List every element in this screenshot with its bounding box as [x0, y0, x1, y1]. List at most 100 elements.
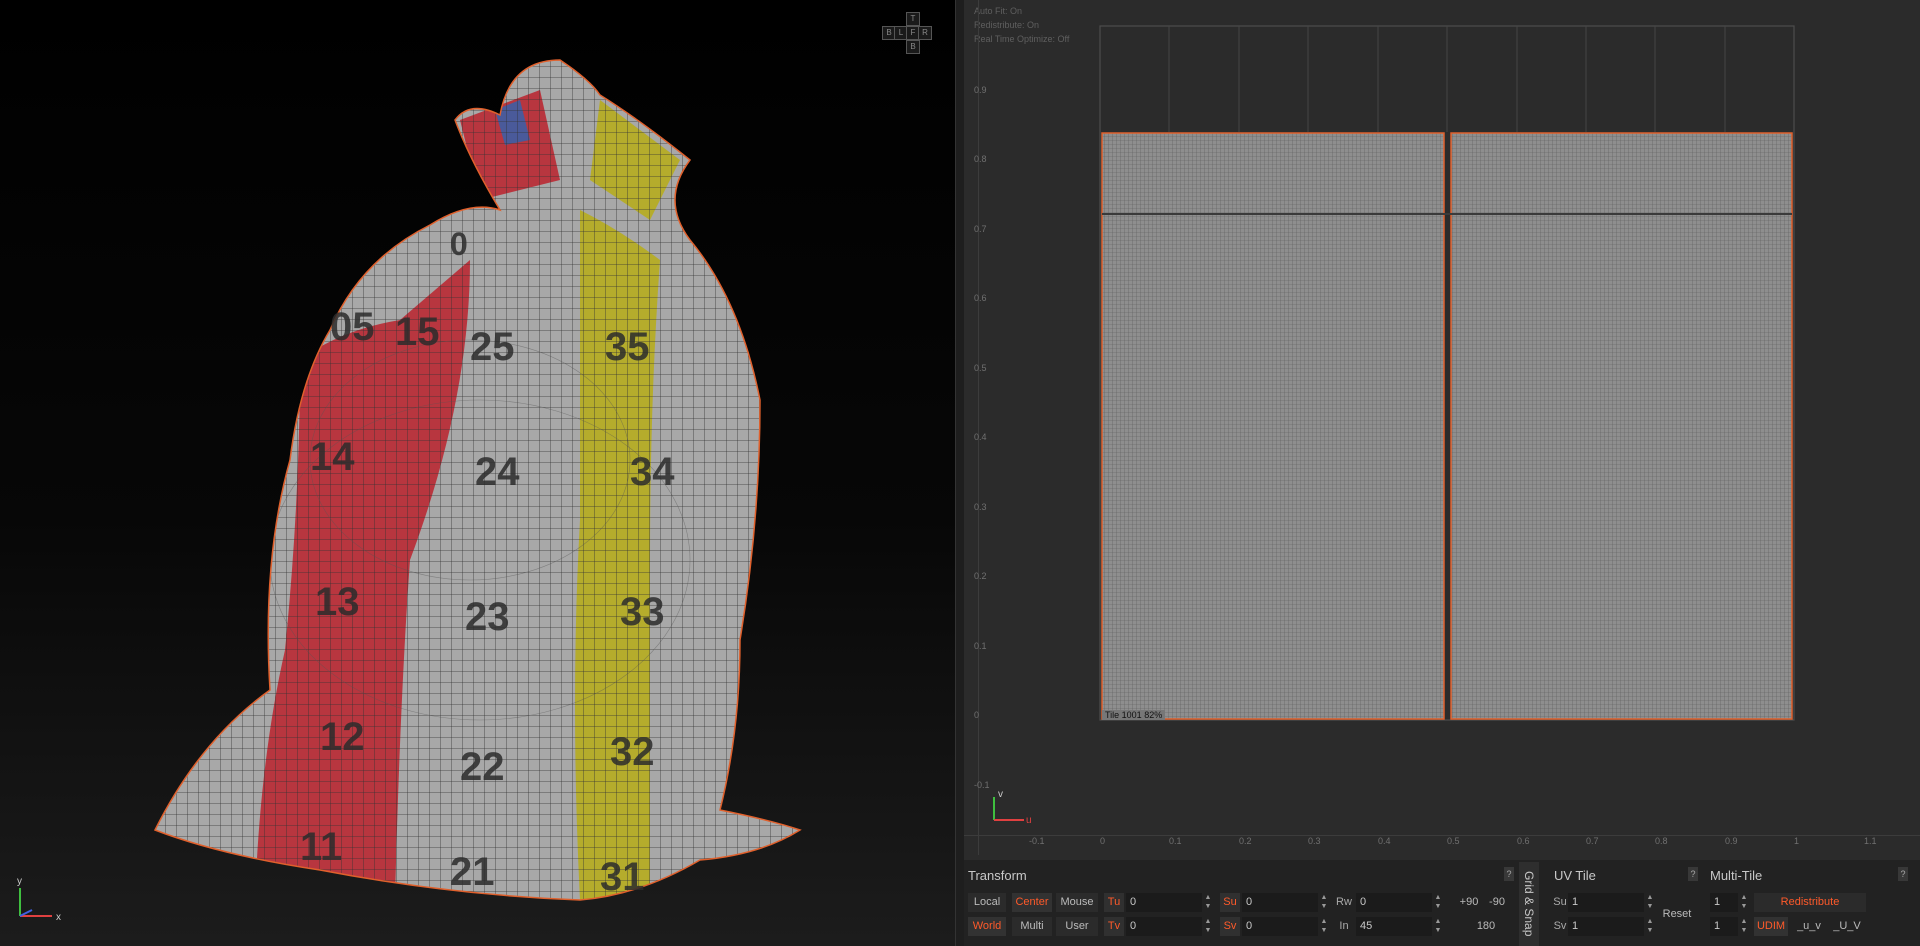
v-tick: 0.5 [974, 363, 987, 373]
mesh-label: 0 [450, 226, 468, 262]
su-field[interactable]: 0 [1242, 893, 1318, 912]
u-tick: 0.3 [1308, 836, 1321, 846]
nav-cube-bottom[interactable]: B [906, 40, 920, 54]
u-v-lower-button[interactable]: _u_v [1792, 917, 1826, 936]
axis-x-label: x [56, 912, 61, 922]
mesh-label: 22 [460, 745, 505, 789]
auto-fit-status: Auto Fit: On [974, 6, 1023, 16]
world-button[interactable]: World [968, 917, 1006, 936]
u-tick: -0.1 [1029, 836, 1045, 846]
v-tick: 0 [974, 710, 980, 720]
sv-field[interactable]: 0 [1242, 917, 1318, 936]
rotate-plus90-button[interactable]: +90 [1456, 893, 1482, 912]
sv-stepper[interactable]: ▲ ▼ [1320, 917, 1328, 936]
u-tick: 0.4 [1378, 836, 1391, 846]
udim-button[interactable]: UDIM [1754, 917, 1788, 936]
mesh-label: 32 [610, 730, 655, 774]
realtime-optimize-status: Real Time Optimize: Off [974, 34, 1070, 44]
u-tick: 0.8 [1655, 836, 1668, 846]
multi-button[interactable]: Multi [1012, 917, 1052, 936]
v-tick: 0.8 [974, 154, 987, 164]
user-button[interactable]: User [1056, 917, 1098, 936]
redistribute-status: Redistribute: On [974, 20, 1040, 30]
v-tick: 0.6 [974, 293, 987, 303]
redistribute-button[interactable]: Redistribute [1754, 893, 1866, 912]
v-tick: -0.1 [974, 780, 990, 790]
in-label: In [1339, 920, 1349, 932]
uv-tile-sv-label: Sv [1553, 920, 1567, 932]
uv-axis-v: v [998, 789, 1003, 800]
in-stepper[interactable]: ▲ ▼ [1434, 917, 1442, 936]
rotate-180-button[interactable]: 180 [1468, 917, 1504, 936]
tv-field[interactable]: 0 [1126, 917, 1202, 936]
u-tick: 1.1 [1864, 836, 1877, 846]
mesh-label: 21 [450, 850, 495, 894]
sv-label: Sv [1220, 917, 1240, 936]
uv-tile-sv-stepper[interactable]: ▲ ▼ [1646, 917, 1654, 936]
nav-cube-top[interactable]: T [906, 12, 920, 26]
rw-field[interactable]: 0 [1356, 893, 1432, 912]
mouse-button[interactable]: Mouse [1056, 893, 1098, 912]
v-tick: 0.9 [974, 85, 987, 95]
uv-tile-help-button[interactable]: ? [1688, 867, 1698, 881]
axis-gizmo: y x [12, 872, 72, 923]
tu-stepper[interactable]: ▲ ▼ [1204, 893, 1212, 912]
v-tick: 0.2 [974, 571, 987, 581]
rw-label: Rw [1336, 896, 1352, 908]
bottom-toolbar: Transform ? Local Center Mouse World Mul… [964, 860, 1920, 946]
uv-tile-su-field[interactable]: 1 [1568, 893, 1644, 912]
mesh-label: 34 [630, 450, 675, 494]
multi-tile-title: Multi-Tile [1710, 868, 1763, 883]
rotate-minus90-button[interactable]: -90 [1484, 893, 1510, 912]
mesh-label: 25 [470, 325, 515, 369]
grid-snap-tab[interactable]: Grid & Snap [1519, 862, 1539, 946]
multi-tile-help-button[interactable]: ? [1898, 867, 1908, 881]
multi-tile-value-1[interactable]: 1 [1710, 893, 1738, 912]
uv-tile-title: UV Tile [1554, 868, 1596, 883]
local-button[interactable]: Local [968, 893, 1006, 912]
u-tick: 0.2 [1239, 836, 1252, 846]
nav-cube[interactable]: T B L F R B [882, 12, 942, 56]
u-v-upper-button[interactable]: _U_V [1830, 917, 1864, 936]
v-tick: 0.1 [974, 641, 987, 651]
uv-axis-u: u [1026, 815, 1032, 825]
mesh-label: 14 [310, 435, 355, 479]
axis-y-label: y [17, 876, 22, 887]
uv-editor[interactable]: Tile 1001 82% v u [964, 0, 1920, 860]
su-label: Su [1220, 893, 1240, 912]
uv-tile-sv-field[interactable]: 1 [1568, 917, 1644, 936]
mesh-label: 24 [475, 450, 520, 494]
multi-tile-stepper-2[interactable]: ▲ ▼ [1740, 917, 1748, 936]
u-tick: 0.9 [1725, 836, 1738, 846]
uv-tile-su-stepper[interactable]: ▲ ▼ [1646, 893, 1654, 912]
u-tick: 1 [1794, 836, 1800, 846]
u-tick: 0.7 [1586, 836, 1599, 846]
mesh-label: 12 [320, 715, 365, 759]
uv-axis-gizmo: v u [993, 789, 1032, 825]
tu-field[interactable]: 0 [1126, 893, 1202, 912]
tv-label: Tv [1104, 917, 1124, 936]
nav-cube-right[interactable]: R [918, 26, 932, 40]
center-button[interactable]: Center [1012, 893, 1052, 912]
3d-viewport[interactable]: 05 15 25 35 14 24 34 13 23 33 12 22 32 1… [0, 0, 955, 946]
v-tick: 0.3 [974, 502, 987, 512]
in-field[interactable]: 45 [1356, 917, 1432, 936]
u-tick: 0 [1100, 836, 1106, 846]
transform-panel: Transform ? Local Center Mouse World Mul… [964, 860, 1516, 946]
mesh-label: 23 [465, 595, 510, 639]
multi-tile-value-2[interactable]: 1 [1710, 917, 1738, 936]
transform-title: Transform [968, 868, 1027, 883]
multi-tile-stepper-1[interactable]: ▲ ▼ [1740, 893, 1748, 912]
tv-stepper[interactable]: ▲ ▼ [1204, 917, 1212, 936]
transform-help-button[interactable]: ? [1504, 867, 1514, 881]
multi-tile-panel: Multi-Tile ? 1 ▲ ▼ 1 ▲ ▼ Redistribute UDIM… [1706, 860, 1916, 946]
mesh-label: 31 [600, 855, 645, 899]
horizontal-ruler: -0.1 0 0.1 0.2 0.3 0.4 0.5 0.6 0.7 0.8 0… [964, 835, 1920, 858]
uv-tile-panel: UV Tile ? Su 1 ▲ ▼ Sv 1 ▲ ▼ Reset [1550, 860, 1700, 946]
u-tick: 0.6 [1517, 836, 1530, 846]
rw-stepper[interactable]: ▲ ▼ [1434, 893, 1442, 912]
su-stepper[interactable]: ▲ ▼ [1320, 893, 1328, 912]
uv-tile-reset-button[interactable]: Reset [1658, 905, 1696, 924]
u-tick: 0.5 [1447, 836, 1460, 846]
uv-status-overlay: Auto Fit: On Redistribute: On Real Time … [974, 4, 1069, 46]
